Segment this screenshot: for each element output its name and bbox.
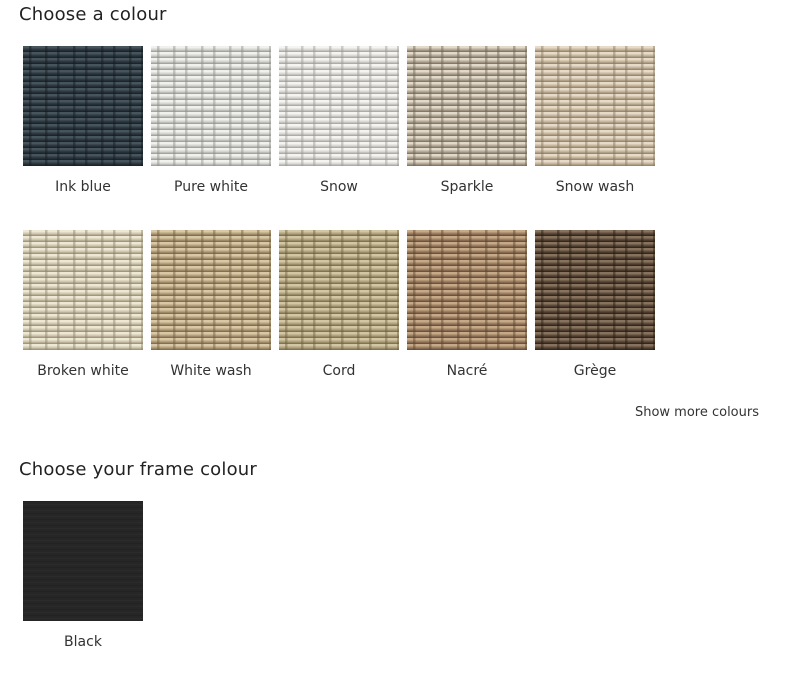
weave-texture xyxy=(535,46,655,166)
swatch-label: Cord xyxy=(322,363,356,379)
weave-texture xyxy=(151,46,271,166)
weave-texture xyxy=(151,230,271,350)
swatch-snow[interactable]: Snow xyxy=(279,46,399,228)
swatch-label: Ink blue xyxy=(55,179,111,195)
weave-texture xyxy=(279,230,399,350)
swatch-nacre[interactable]: Nacré xyxy=(407,230,527,412)
swatch-thumbnail xyxy=(407,46,527,166)
swatch-label: Snow xyxy=(320,179,358,195)
weave-texture xyxy=(279,46,399,166)
swatch-grege[interactable]: Grège xyxy=(535,230,655,412)
weave-texture xyxy=(23,230,143,350)
swatch-broken-white[interactable]: Broken white xyxy=(23,230,143,412)
swatch-thumbnail xyxy=(23,230,143,350)
frame-colour-heading: Choose your frame colour xyxy=(19,459,258,480)
weave-texture xyxy=(535,230,655,350)
swatch-thumbnail xyxy=(23,46,143,166)
swatch-pure-white[interactable]: Pure white xyxy=(151,46,271,228)
weave-texture xyxy=(407,46,527,166)
swatch-sparkle[interactable]: Sparkle xyxy=(407,46,527,228)
swatch-label: Broken white xyxy=(37,363,129,379)
weave-texture xyxy=(23,46,143,166)
swatch-thumbnail xyxy=(535,230,655,350)
swatch-snow-wash[interactable]: Snow wash xyxy=(535,46,655,228)
swatch-label: Black xyxy=(64,634,102,650)
swatch-thumbnail xyxy=(407,230,527,350)
swatch-thumbnail xyxy=(151,230,271,350)
swatch-thumbnail xyxy=(151,46,271,166)
swatch-white-wash[interactable]: White wash xyxy=(151,230,271,412)
swatch-label: White wash xyxy=(170,363,252,379)
swatch-thumbnail xyxy=(23,501,143,621)
swatch-label: Nacré xyxy=(446,363,488,379)
weave-texture xyxy=(407,230,527,350)
swatch-row: Black xyxy=(23,501,143,683)
swatch-thumbnail xyxy=(279,46,399,166)
swatch-ink-blue[interactable]: Ink blue xyxy=(23,46,143,228)
weave-colour-grid: Ink blue Pure white Snow Sparkle Snow wa… xyxy=(23,46,655,414)
swatch-label: Grège xyxy=(573,363,617,379)
swatch-row: Ink blue Pure white Snow Sparkle Snow wa… xyxy=(23,46,655,228)
weave-colour-heading: Choose a colour xyxy=(19,4,167,25)
swatch-label: Pure white xyxy=(174,179,248,195)
swatch-cord[interactable]: Cord xyxy=(279,230,399,412)
swatch-row: Broken white White wash Cord Nacré Grège xyxy=(23,230,655,412)
frame-colour-grid: Black xyxy=(23,501,143,685)
weave-texture xyxy=(23,501,143,621)
show-more-colours-link[interactable]: Show more colours xyxy=(635,405,759,420)
swatch-thumbnail xyxy=(279,230,399,350)
swatch-label: Sparkle xyxy=(440,179,494,195)
swatch-black[interactable]: Black xyxy=(23,501,143,683)
swatch-thumbnail xyxy=(535,46,655,166)
swatch-label: Snow wash xyxy=(555,179,635,195)
